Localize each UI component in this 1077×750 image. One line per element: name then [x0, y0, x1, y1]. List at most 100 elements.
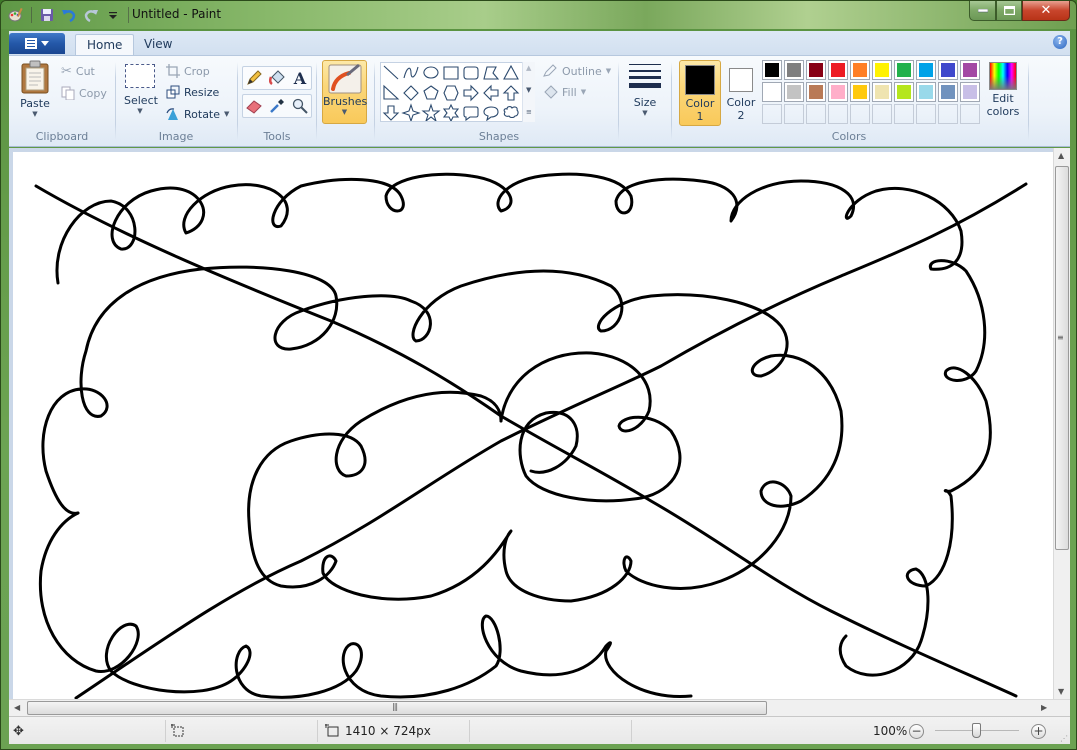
pentagon-shape-icon[interactable]	[423, 85, 439, 100]
curve-shape-icon[interactable]	[403, 66, 419, 79]
tab-view[interactable]: View	[133, 34, 183, 55]
text-tool[interactable]: A	[289, 67, 311, 89]
rotate-button[interactable]: Rotate ▼	[166, 104, 229, 124]
palette-color-swatch[interactable]	[938, 82, 958, 102]
oval-callout-shape-icon[interactable]	[483, 106, 499, 121]
polygon-shape-glyph	[483, 66, 500, 80]
palette-color-swatch[interactable]	[850, 82, 870, 102]
fill-button[interactable]: Fill ▼	[542, 82, 586, 102]
fill-tool[interactable]	[266, 67, 288, 89]
down-arrow-shape-icon[interactable]	[382, 105, 400, 121]
palette-custom-color-slot[interactable]	[784, 104, 804, 124]
paste-button[interactable]: Paste ▼	[17, 60, 53, 118]
vertical-scroll-thumb[interactable]	[1055, 166, 1069, 550]
palette-custom-color-slot[interactable]	[938, 104, 958, 124]
zoom-in-button[interactable]: +	[1031, 717, 1046, 745]
horizontal-scrollbar[interactable]: ◀ ||| ▶	[9, 699, 1070, 716]
palette-custom-color-slot[interactable]	[850, 104, 870, 124]
outline-button[interactable]: Outline ▼	[542, 61, 611, 81]
palette-color-swatch[interactable]	[960, 60, 980, 80]
redo-icon[interactable]	[82, 6, 100, 24]
color-1-button[interactable]: Color 1	[679, 60, 721, 126]
rectangle-shape-icon[interactable]	[443, 66, 459, 80]
tab-home[interactable]: Home	[75, 34, 135, 55]
scroll-down-arrow-icon[interactable]: ▼	[1058, 687, 1064, 696]
palette-color-swatch[interactable]	[762, 60, 782, 80]
resize-button[interactable]: Resize	[166, 82, 219, 102]
zoom-slider-thumb[interactable]	[972, 723, 981, 738]
right-arrow-shape-icon[interactable]	[463, 84, 479, 102]
cloud-callout-shape-icon[interactable]	[503, 106, 519, 119]
brushes-button[interactable]: Brushes ▼	[322, 60, 367, 124]
shapes-gallery-scroll[interactable]: ▲ ▼ ≡	[522, 62, 535, 122]
zoom-out-button[interactable]: −	[909, 717, 924, 745]
rounded-callout-shape-icon[interactable]	[463, 106, 479, 121]
palette-custom-color-slot[interactable]	[828, 104, 848, 124]
polygon-shape-icon[interactable]	[483, 66, 500, 80]
expand-gallery-icon[interactable]: ≡	[526, 108, 532, 116]
up-arrow-shape-icon[interactable]	[502, 85, 520, 101]
palette-color-swatch[interactable]	[806, 82, 826, 102]
rounded-rectangle-shape-icon[interactable]	[463, 66, 479, 80]
vertical-scrollbar[interactable]: ▲ ≡ ▼	[1053, 148, 1070, 699]
palette-color-swatch[interactable]	[916, 82, 936, 102]
color-2-button[interactable]: Color 2	[723, 60, 759, 126]
scroll-up-arrow-icon[interactable]: ▲	[1058, 151, 1064, 160]
palette-custom-color-slot[interactable]	[894, 104, 914, 124]
five-point-star-shape-icon[interactable]	[421, 103, 441, 121]
palette-color-swatch[interactable]	[872, 60, 892, 80]
paint-menu-button[interactable]	[9, 33, 65, 54]
palette-custom-color-slot[interactable]	[960, 104, 980, 124]
palette-color-swatch[interactable]	[916, 60, 936, 80]
diamond-shape-icon[interactable]	[403, 85, 419, 101]
right-triangle-shape-icon[interactable]	[383, 84, 400, 100]
palette-color-swatch[interactable]	[850, 60, 870, 80]
palette-color-swatch[interactable]	[806, 60, 826, 80]
four-point-star-shape-icon[interactable]	[401, 103, 421, 121]
customize-qat-icon[interactable]	[104, 6, 122, 24]
palette-custom-color-slot[interactable]	[806, 104, 826, 124]
eraser-tool[interactable]	[243, 95, 265, 117]
scroll-up-icon[interactable]: ▲	[526, 64, 531, 72]
scroll-left-arrow-icon[interactable]: ◀	[14, 703, 20, 712]
palette-color-swatch[interactable]	[894, 82, 914, 102]
triangle-shape-icon[interactable]	[503, 64, 519, 80]
hexagon-shape-icon[interactable]	[443, 85, 459, 101]
drawing-canvas[interactable]	[13, 152, 1053, 699]
palette-color-swatch[interactable]	[828, 82, 848, 102]
line-shape-icon[interactable]	[383, 65, 399, 80]
palette-color-swatch[interactable]	[938, 60, 958, 80]
maximize-button[interactable]	[996, 1, 1022, 21]
undo-icon[interactable]	[60, 6, 78, 24]
crop-button[interactable]: Crop	[166, 61, 210, 81]
scroll-down-icon[interactable]: ▼	[526, 86, 531, 94]
close-button[interactable]: ✕	[1022, 1, 1070, 21]
palette-custom-color-slot[interactable]	[762, 104, 782, 124]
scroll-right-arrow-icon[interactable]: ▶	[1041, 703, 1047, 712]
six-point-star-shape-icon[interactable]	[442, 103, 460, 121]
pencil-tool[interactable]	[243, 67, 265, 89]
palette-custom-color-slot[interactable]	[872, 104, 892, 124]
palette-color-swatch[interactable]	[828, 60, 848, 80]
save-icon[interactable]	[38, 6, 56, 24]
palette-color-swatch[interactable]	[894, 60, 914, 80]
size-button[interactable]: Size ▼	[625, 62, 665, 117]
palette-custom-color-slot[interactable]	[916, 104, 936, 124]
palette-color-swatch[interactable]	[960, 82, 980, 102]
select-button[interactable]: Select ▼	[124, 64, 158, 115]
palette-color-swatch[interactable]	[784, 82, 804, 102]
paint-app-icon[interactable]	[7, 6, 25, 24]
color-picker-tool[interactable]	[266, 95, 288, 117]
palette-color-swatch[interactable]	[762, 82, 782, 102]
magnifier-tool[interactable]	[289, 95, 311, 117]
oval-shape-icon[interactable]	[423, 66, 439, 79]
help-icon[interactable]: ?	[1053, 35, 1067, 49]
palette-color-swatch[interactable]	[872, 82, 892, 102]
resize-grip-icon[interactable]: ⋰	[1060, 734, 1068, 743]
cut-button[interactable]: ✂ Cut	[61, 61, 95, 81]
left-arrow-shape-icon[interactable]	[483, 84, 499, 102]
edit-colors-button[interactable]: Edit colors	[985, 60, 1021, 118]
palette-color-swatch[interactable]	[784, 60, 804, 80]
minimize-button[interactable]	[969, 1, 996, 21]
copy-button[interactable]: Copy	[61, 83, 107, 103]
